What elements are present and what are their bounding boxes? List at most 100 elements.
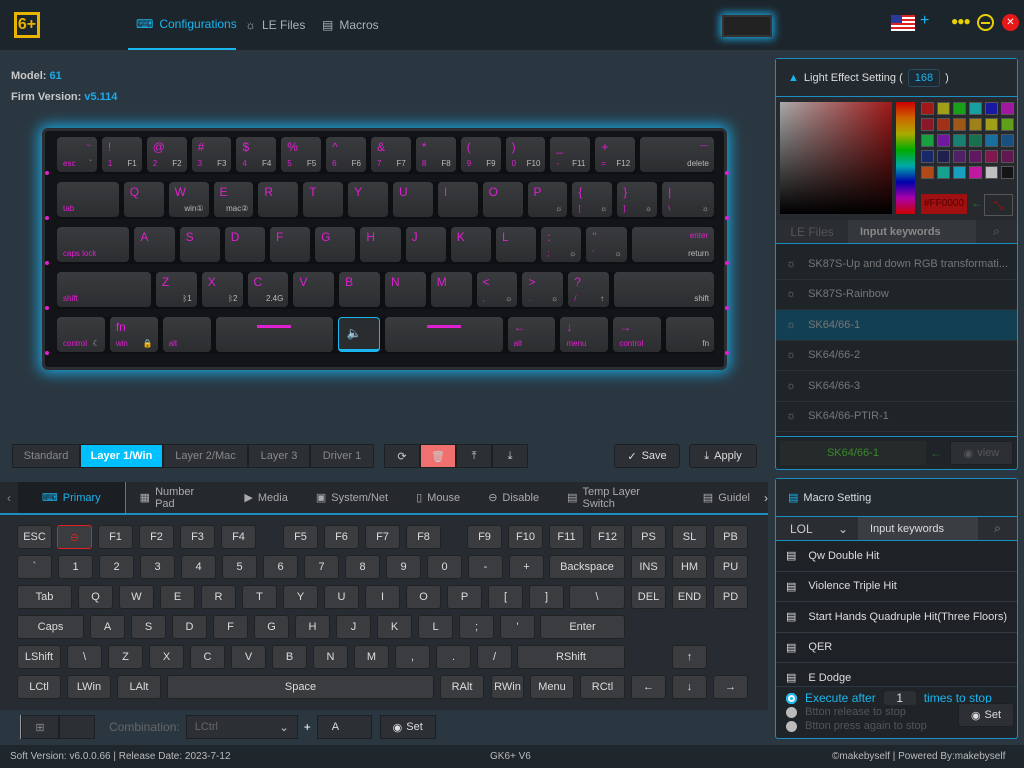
key-2[interactable]: Z <box>108 645 143 669</box>
color-swatch[interactable] <box>969 150 982 163</box>
keyboard-key[interactable]: N <box>384 272 426 307</box>
keyboard-key[interactable]: ↓ menu <box>560 317 609 352</box>
keyboard-key[interactable]: Q <box>123 182 164 217</box>
layer-tab[interactable]: Layer 2/Mac <box>163 444 248 468</box>
download-icon[interactable]: ⤓ <box>492 444 528 468</box>
radio-selected[interactable] <box>786 692 797 704</box>
color-swatch[interactable] <box>953 118 966 131</box>
key-12[interactable]: ] <box>529 585 564 609</box>
key-11[interactable]: [ <box>488 585 523 609</box>
volume-knob-key[interactable]: 🔈 <box>337 317 381 352</box>
key-10[interactable]: F9 <box>467 525 502 549</box>
color-swatch[interactable] <box>1001 166 1014 179</box>
key-6[interactable]: 6 <box>263 555 298 579</box>
color-swatch[interactable] <box>969 166 982 179</box>
le-file-item[interactable]: ☼ SK64/66-3 <box>776 371 1017 402</box>
modifier-select[interactable]: LCtrl ⌄ <box>185 715 298 739</box>
keyboard-key[interactable]: O <box>482 182 523 217</box>
keyboard-key[interactable]: — delete <box>640 137 714 172</box>
keyboard-key[interactable]: & 7 F7 <box>371 137 411 172</box>
le-files-tab[interactable]: LE Files <box>776 220 848 243</box>
keyboard-key[interactable]: " ' ☼ <box>586 227 627 262</box>
keyboard-key[interactable]: enter return <box>631 227 715 262</box>
tab-macros[interactable]: ▤ Macros <box>322 0 379 50</box>
keyboard-key[interactable]: fn win 🔒 <box>109 317 158 352</box>
macro-item[interactable]: ▤ QER <box>776 632 1017 663</box>
color-swatch[interactable] <box>985 102 998 115</box>
more-icon[interactable]: ●●● <box>951 14 971 28</box>
keyboard-key[interactable]: shift <box>614 272 714 307</box>
key-14[interactable]: PS <box>631 525 666 549</box>
keyboard-key[interactable]: P ☼ <box>527 182 568 217</box>
keyboard-key[interactable]: @2 F2 <box>146 137 187 172</box>
keyboard-key[interactable]: <, ☼ <box>476 272 518 307</box>
eyedropper-button[interactable]: ⤡ <box>984 194 1013 216</box>
macro-search-input[interactable]: Input keywords <box>858 517 978 540</box>
keyboard-key[interactable]: V <box>293 272 335 307</box>
us-flag-icon[interactable] <box>891 15 915 31</box>
keyboard-key[interactable]: ^ 6 F6 <box>326 137 367 172</box>
keyboard-key[interactable]: Wwin① <box>168 182 209 217</box>
keyboard-key[interactable]: R <box>258 182 299 217</box>
le-file-item[interactable]: ☼ SK64/66-2 <box>776 341 1017 371</box>
key-6[interactable]: Menu <box>530 675 574 699</box>
color-swatch[interactable] <box>937 166 950 179</box>
keyboard-key[interactable]: >. ☼ <box>522 272 564 307</box>
key-0[interactable]: ` <box>17 555 52 579</box>
key-5[interactable]: G <box>254 615 289 639</box>
key-15[interactable]: SL <box>672 525 707 549</box>
key-13[interactable]: ↑ <box>672 645 707 669</box>
color-swatch[interactable] <box>1001 102 1014 115</box>
keyboard-key[interactable]: {[☼ <box>572 182 613 217</box>
key-5[interactable]: T <box>242 585 277 609</box>
trash-icon[interactable]: 🗑 <box>420 444 456 468</box>
color-swatch[interactable] <box>937 118 950 131</box>
macro-item[interactable]: ▤ E Dodge <box>776 663 1017 686</box>
refresh-icon[interactable]: ⟳ <box>384 444 420 468</box>
save-button[interactable]: ✓ Save <box>614 444 680 468</box>
keyboard-key[interactable]: D <box>224 227 265 262</box>
key-16[interactable]: PB <box>713 525 748 549</box>
key-16[interactable]: PD <box>713 585 748 609</box>
key-9[interactable]: , <box>395 645 430 669</box>
category-tab[interactable]: ⌨ Primary <box>17 482 126 513</box>
color-swatch[interactable] <box>985 166 998 179</box>
key-9[interactable]: F8 <box>406 525 441 549</box>
key-15[interactable]: HM <box>672 555 707 579</box>
key-4[interactable]: C <box>190 645 225 669</box>
device-keyboard-icon[interactable] <box>722 15 772 37</box>
keyboard-key[interactable]: | \ ☼ <box>662 182 714 217</box>
search-icon[interactable]: ⌕ <box>976 220 1017 243</box>
keyboard-key[interactable]: F <box>269 227 311 262</box>
keyboard-key[interactable]: #3 F3 <box>191 137 232 172</box>
tab-le-files[interactable]: ☼ LE Files <box>245 0 305 50</box>
key-15[interactable]: END <box>672 585 707 609</box>
key-9[interactable]: ↓ <box>672 675 707 699</box>
key-10[interactable]: . <box>436 645 471 669</box>
key-8[interactable]: F7 <box>365 525 400 549</box>
key-9[interactable]: 9 <box>386 555 421 579</box>
keyboard-key[interactable]: caps lock <box>57 227 130 262</box>
key-9[interactable]: L <box>418 615 453 639</box>
combination-key-input[interactable]: A <box>316 715 372 739</box>
key-3[interactable]: F2 <box>139 525 174 549</box>
times-input[interactable]: 1 <box>883 691 916 705</box>
keyboard-key[interactable]: * 8 F8 <box>415 137 456 172</box>
keyboard-key[interactable]: }] ☼ <box>617 182 658 217</box>
hue-slider[interactable] <box>896 102 915 214</box>
key-12[interactable]: F11 <box>549 525 584 549</box>
key-10[interactable]: 0 <box>427 555 462 579</box>
category-tab[interactable]: ▤ Guidel <box>689 482 764 513</box>
keyboard-key[interactable]: shift <box>57 272 151 307</box>
keyboard-key[interactable]: ← alt <box>507 317 556 352</box>
keyboard-key[interactable]: Y <box>348 182 388 217</box>
key-16[interactable]: PU <box>713 555 748 579</box>
keyboard-key[interactable]: T <box>303 182 344 217</box>
key-7[interactable]: J <box>336 615 371 639</box>
key-10[interactable]: ; <box>459 615 494 639</box>
keyboard-key[interactable]: ) 0 F10 <box>505 137 546 172</box>
key-6[interactable]: H <box>295 615 330 639</box>
key-2[interactable]: F1 <box>98 525 133 549</box>
scroll-right-icon[interactable]: › <box>764 491 768 505</box>
le-file-item[interactable]: ☼ SK64/66-1 <box>776 310 1017 341</box>
